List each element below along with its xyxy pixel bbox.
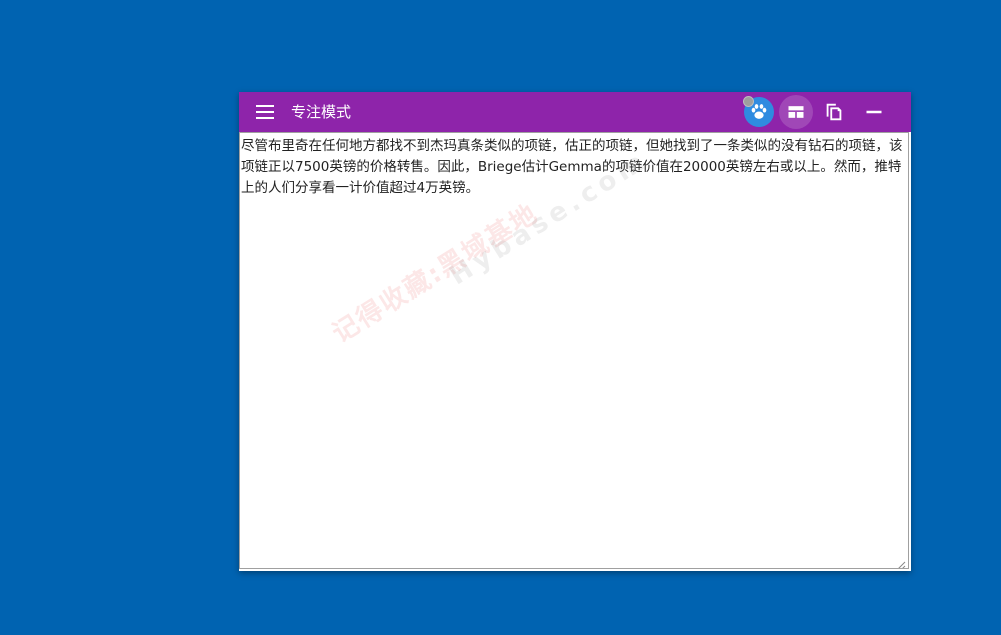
- window-title: 专注模式: [291, 103, 352, 121]
- notification-dot: [743, 96, 754, 107]
- copy-button[interactable]: [817, 95, 851, 129]
- menu-button[interactable]: [253, 100, 277, 124]
- layout-icon: [788, 106, 804, 118]
- paw-button[interactable]: [742, 95, 776, 129]
- layout-button[interactable]: [779, 95, 813, 129]
- resize-grip-icon[interactable]: [896, 556, 906, 568]
- text-editor[interactable]: 尽管布里奇在任何地方都找不到杰玛真条类似的项链，估正的项链，但她找到了一条类似的…: [239, 132, 909, 569]
- copy-icon: [826, 103, 842, 121]
- focus-mode-window: 专注模式 尽管布里奇在任何地方都找不到杰玛真条类似的项链，估正的项链，但她找到了…: [239, 92, 911, 571]
- title-bar: 专注模式: [239, 92, 911, 132]
- paw-icon: [743, 96, 774, 127]
- desktop: 专注模式 尽管布里奇在任何地方都找不到杰玛真条类似的项链，估正的项链，但她找到了…: [0, 0, 1001, 635]
- minimize-icon: [866, 110, 882, 114]
- minimize-button[interactable]: [857, 95, 891, 129]
- editor-text[interactable]: 尽管布里奇在任何地方都找不到杰玛真条类似的项链，估正的项链，但她找到了一条类似的…: [241, 136, 907, 199]
- menu-icon: [256, 105, 274, 119]
